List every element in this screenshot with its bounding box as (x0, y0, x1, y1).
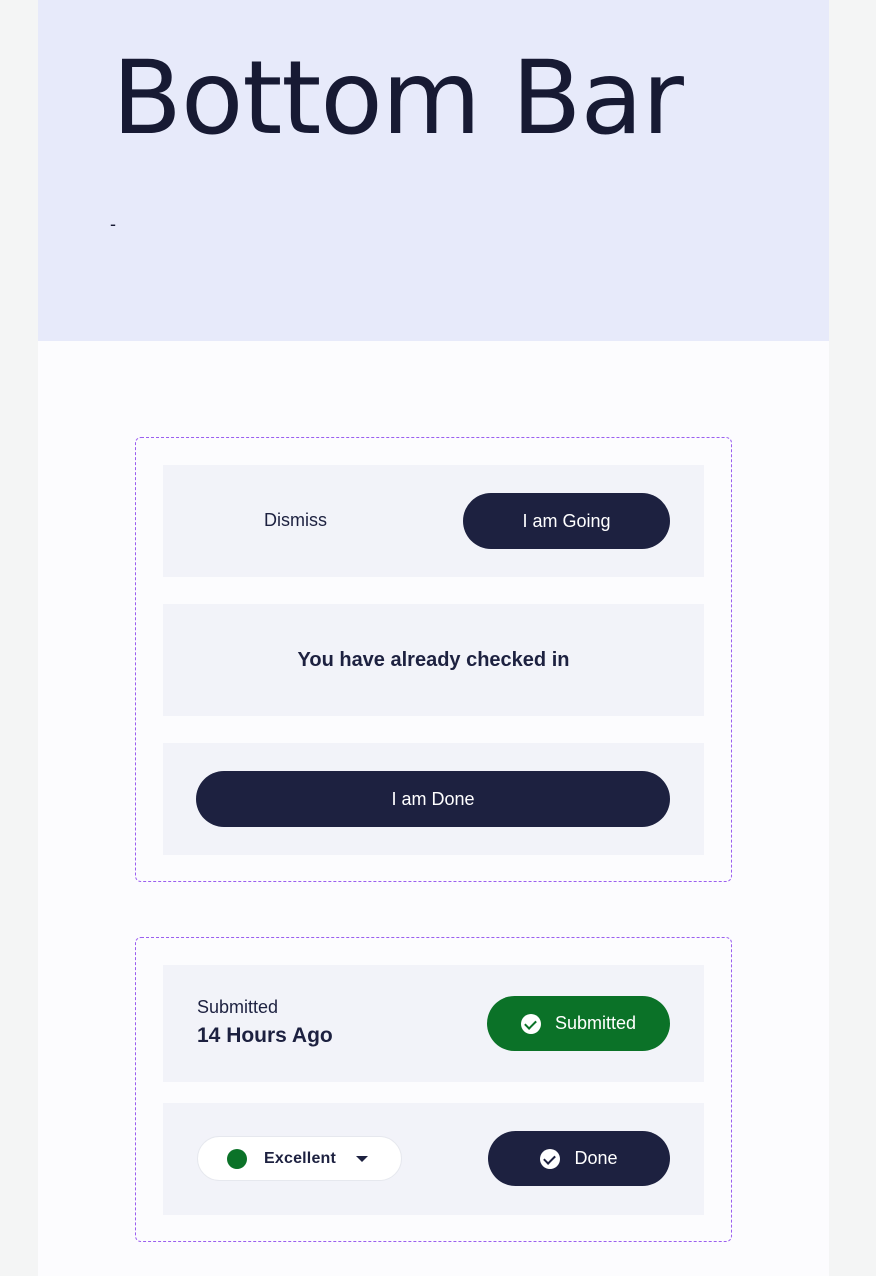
page-subtitle: - (110, 214, 116, 234)
check-circle-icon (520, 1013, 541, 1034)
page: Bottom Bar - Dismiss I am Going You have… (38, 0, 829, 1276)
page-title: Bottom Bar (112, 39, 684, 158)
bottom-bar-submitted: Submitted 14 Hours Ago Submitted (163, 965, 704, 1082)
rating-value: Excellent (264, 1149, 337, 1167)
submitted-status-label: Submitted (197, 997, 279, 1017)
rating-status-dot (227, 1148, 247, 1169)
chevron-down-icon (356, 1155, 369, 1162)
done-button[interactable]: Done (488, 1131, 670, 1186)
bottom-bar-rating: Excellent Done (163, 1103, 704, 1215)
done-button-label: Done (574, 1148, 618, 1168)
bottom-bar-group-checkin: Dismiss I am Going You have already chec… (135, 437, 732, 882)
bottom-bar-going: Dismiss I am Going (163, 465, 704, 577)
dismiss-button[interactable]: Dismiss (264, 510, 327, 531)
checked-in-message: You have already checked in (297, 648, 570, 671)
bottom-bar-done: I am Done (163, 743, 704, 855)
i-am-done-button[interactable]: I am Done (196, 771, 670, 827)
bottom-bar-checked-in: You have already checked in (163, 604, 704, 716)
check-circle-icon (540, 1148, 561, 1169)
submitted-button-label: Submitted (554, 1013, 637, 1033)
submitted-button[interactable]: Submitted (487, 996, 670, 1051)
submitted-time: 14 Hours Ago (197, 1024, 333, 1047)
i-am-going-button[interactable]: I am Going (463, 493, 670, 549)
rating-dropdown[interactable]: Excellent (197, 1136, 402, 1181)
hero-header: Bottom Bar - (38, 0, 829, 341)
bottom-bar-group-submission: Submitted 14 Hours Ago Submitted Excelle… (135, 937, 732, 1242)
